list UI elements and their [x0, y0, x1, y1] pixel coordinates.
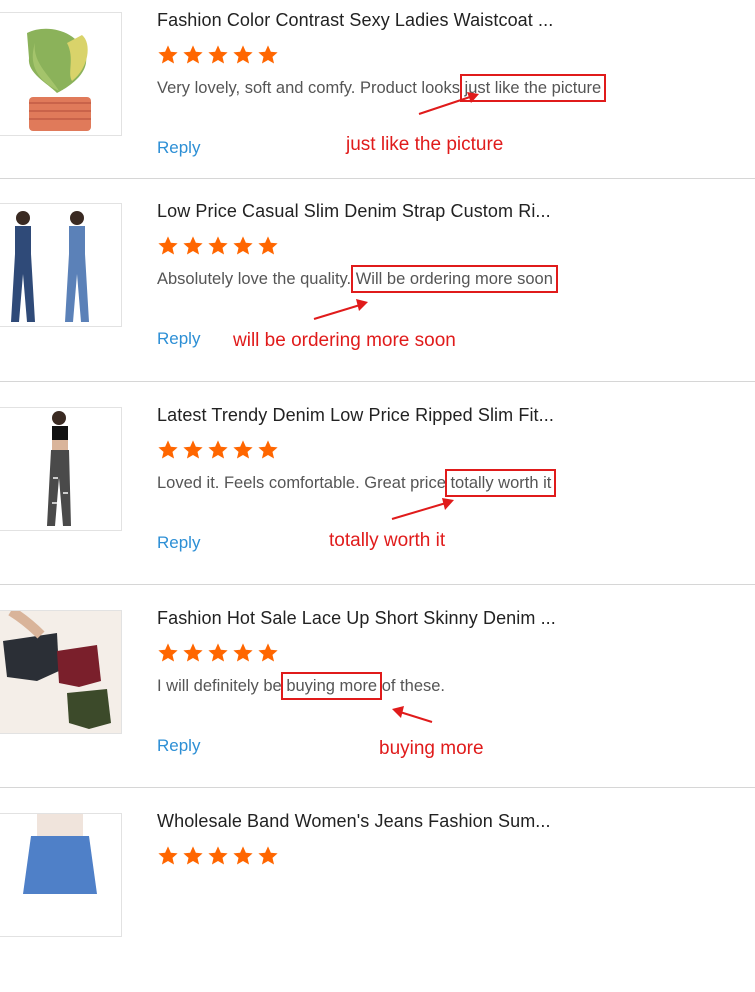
product-image[interactable]: [0, 203, 122, 327]
review-item: Fashion Color Contrast Sexy Ladies Waist…: [0, 0, 755, 191]
rating-stars: [157, 642, 279, 664]
star-icon: [158, 236, 178, 255]
star-icon: [183, 440, 203, 459]
star-icon: [158, 846, 178, 865]
star-icon: [183, 236, 203, 255]
annotation-label: totally worth it: [329, 530, 446, 551]
review-item: Fashion Hot Sale Lace Up Short Skinny De…: [0, 586, 755, 789]
star-icon: [183, 45, 203, 64]
comment-text: I will definitely be: [157, 677, 287, 695]
rating-stars: [157, 235, 279, 257]
star-icon: [233, 440, 253, 459]
product-image[interactable]: [0, 407, 122, 531]
star-icon: [158, 643, 178, 662]
arrow-icon: [392, 706, 433, 723]
reply-link[interactable]: Reply: [157, 533, 200, 553]
star-icon: [258, 643, 278, 662]
arrow-icon: [418, 92, 479, 115]
arrow-icon: [391, 498, 454, 520]
divider: [0, 787, 755, 788]
rating-stars: [157, 439, 279, 461]
divider: [0, 381, 755, 382]
product-title[interactable]: Latest Trendy Denim Low Price Ripped Sli…: [157, 405, 554, 426]
arrow-icon: [313, 299, 368, 320]
star-icon: [208, 236, 228, 255]
comment-text: Absolutely love the quality.: [157, 270, 356, 288]
comment-text: of these.: [377, 677, 446, 695]
star-icon: [183, 643, 203, 662]
star-icon: [258, 846, 278, 865]
star-icon: [258, 236, 278, 255]
review-comment: Loved it. Feels comfortable. Great price…: [157, 469, 557, 497]
product-image[interactable]: [0, 610, 122, 734]
review-comment: Very lovely, soft and comfy. Product loo…: [157, 74, 607, 102]
review-item: Wholesale Band Women's Jeans Fashion Sum…: [0, 789, 755, 992]
highlighted-phrase: totally worth it: [445, 469, 557, 497]
star-icon: [208, 440, 228, 459]
reply-link[interactable]: Reply: [157, 138, 200, 158]
star-icon: [233, 45, 253, 64]
reply-link[interactable]: Reply: [157, 329, 200, 349]
star-icon: [158, 440, 178, 459]
star-icon: [258, 45, 278, 64]
annotation-label: just like the picture: [346, 134, 504, 155]
product-title[interactable]: Low Price Casual Slim Denim Strap Custom…: [157, 201, 551, 222]
review-comment: Absolutely love the quality. Will be ord…: [157, 265, 558, 293]
review-item: Low Price Casual Slim Denim Strap Custom…: [0, 179, 755, 382]
product-title[interactable]: Wholesale Band Women's Jeans Fashion Sum…: [157, 811, 551, 832]
star-icon: [233, 236, 253, 255]
comment-text: Loved it. Feels comfortable. Great price: [157, 474, 451, 492]
star-icon: [208, 45, 228, 64]
star-icon: [158, 45, 178, 64]
review-comment: I will definitely be buying more of thes…: [157, 672, 446, 700]
annotation-label: will be ordering more soon: [233, 330, 456, 351]
star-icon: [258, 440, 278, 459]
reply-link[interactable]: Reply: [157, 736, 200, 756]
rating-stars: [157, 44, 279, 66]
rating-stars: [157, 845, 279, 867]
star-icon: [208, 643, 228, 662]
divider: [0, 584, 755, 585]
star-icon: [233, 846, 253, 865]
product-image[interactable]: [0, 12, 122, 136]
star-icon: [233, 643, 253, 662]
review-item: Latest Trendy Denim Low Price Ripped Sli…: [0, 383, 755, 586]
product-title[interactable]: Fashion Color Contrast Sexy Ladies Waist…: [157, 10, 553, 31]
star-icon: [183, 846, 203, 865]
star-icon: [208, 846, 228, 865]
product-title[interactable]: Fashion Hot Sale Lace Up Short Skinny De…: [157, 608, 556, 629]
highlighted-phrase: just like the picture: [459, 74, 607, 102]
annotation-label: buying more: [379, 738, 484, 759]
highlighted-phrase: buying more: [281, 672, 383, 700]
highlighted-phrase: Will be ordering more soon: [350, 265, 558, 293]
product-image[interactable]: [0, 813, 122, 937]
